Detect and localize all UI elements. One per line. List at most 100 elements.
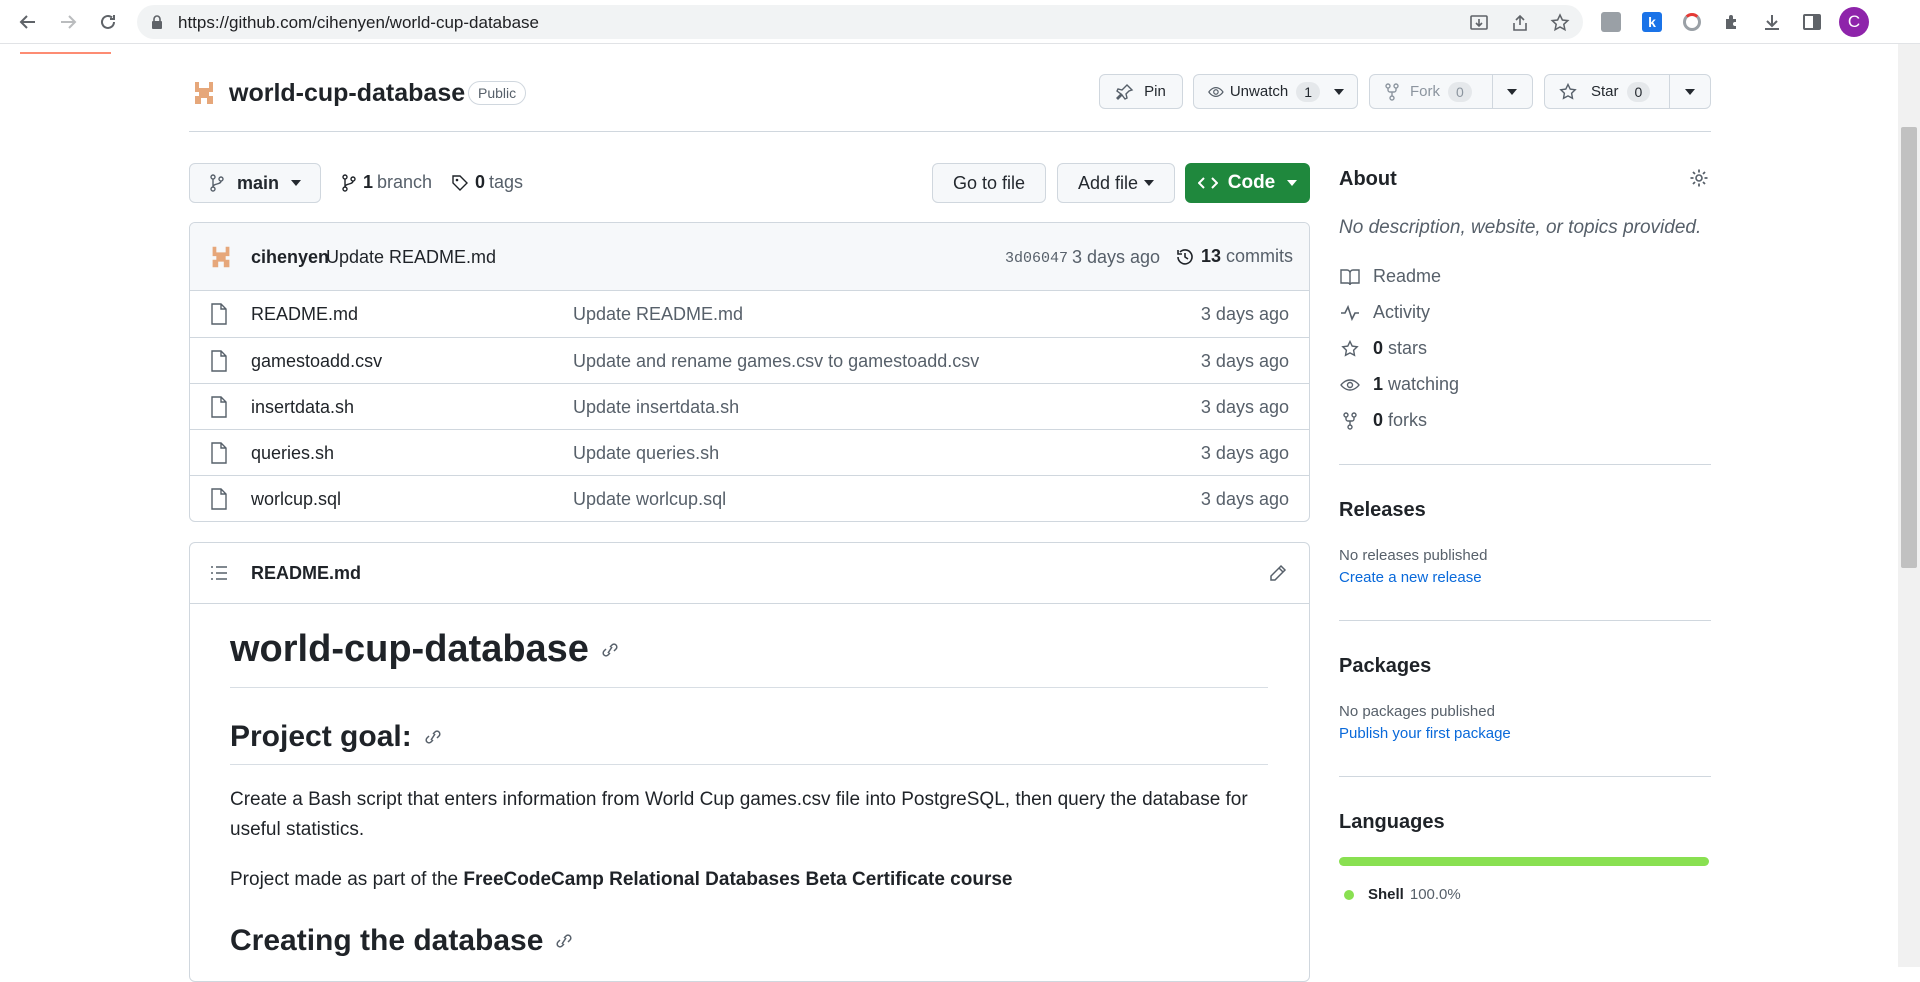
pin-button[interactable]: Pin bbox=[1099, 74, 1183, 109]
code-button[interactable]: Code bbox=[1185, 163, 1310, 203]
file-icon bbox=[210, 442, 228, 464]
git-branch-icon bbox=[210, 174, 224, 192]
readme-paragraph-1: Create a Bash script that enters informa… bbox=[230, 789, 1248, 840]
commit-message[interactable]: Update README.md bbox=[326, 247, 496, 268]
gear-icon[interactable] bbox=[1689, 168, 1709, 188]
file-row: insertdata.sh Update insertdata.sh 3 days … bbox=[190, 383, 1309, 429]
packages-title[interactable]: Packages bbox=[1339, 655, 1431, 678]
back-button[interactable] bbox=[14, 8, 42, 36]
book-icon bbox=[1340, 268, 1360, 285]
puzzle-icon[interactable] bbox=[1720, 10, 1744, 34]
readme-link[interactable]: Readme bbox=[1339, 266, 1441, 287]
add-file-button[interactable]: Add file bbox=[1057, 163, 1175, 203]
repo-name-link[interactable]: world-cup-database bbox=[229, 79, 465, 108]
tag-count: 0 bbox=[475, 172, 486, 192]
file-name-link[interactable]: queries.sh bbox=[251, 443, 334, 464]
go-to-file-button[interactable]: Go to file bbox=[932, 163, 1046, 203]
latest-commit-bar: cihenyen Update README.md 3d06047 3 days… bbox=[190, 223, 1309, 291]
file-commit-message[interactable]: Update worlcup.sql bbox=[573, 489, 726, 510]
git-branch-icon bbox=[342, 173, 356, 192]
file-name-link[interactable]: worlcup.sql bbox=[251, 489, 341, 510]
stars-count: 0 bbox=[1373, 338, 1384, 358]
file-name-link[interactable]: gamestoadd.csv bbox=[251, 351, 382, 372]
packages-empty-text: No packages published bbox=[1339, 703, 1495, 720]
extension-k-icon[interactable]: k bbox=[1640, 10, 1664, 34]
readme-heading-creating: Creating the database bbox=[230, 924, 573, 958]
forward-button[interactable] bbox=[54, 8, 82, 36]
side-panel-icon[interactable] bbox=[1800, 10, 1824, 34]
file-commit-message[interactable]: Update README.md bbox=[573, 304, 743, 325]
extension-badge-icon[interactable] bbox=[1680, 10, 1704, 34]
pencil-icon[interactable] bbox=[1269, 564, 1287, 582]
stars-link[interactable]: 0 stars bbox=[1339, 338, 1427, 359]
star-divider bbox=[1669, 75, 1670, 108]
activity-link[interactable]: Activity bbox=[1339, 302, 1430, 323]
scrollbar-thumb[interactable] bbox=[1901, 127, 1917, 568]
star-button-group: Star 0 bbox=[1544, 74, 1711, 109]
publish-package-link[interactable]: Publish your first package bbox=[1339, 725, 1511, 742]
file-name-link[interactable]: insertdata.sh bbox=[251, 397, 354, 418]
link-icon[interactable] bbox=[555, 934, 573, 948]
language-shell[interactable]: Shell 100.0% bbox=[1344, 886, 1461, 903]
star-dropdown[interactable] bbox=[1669, 75, 1710, 108]
readme-h2-goal-text: Project goal: bbox=[230, 720, 412, 753]
branches-link[interactable]: 1 branch bbox=[341, 172, 432, 193]
releases-title[interactable]: Releases bbox=[1339, 499, 1426, 522]
star-counter: 0 bbox=[1626, 81, 1651, 102]
commit-author[interactable]: cihenyen bbox=[251, 247, 329, 268]
star-bookmark-icon[interactable] bbox=[1550, 13, 1570, 33]
visibility-badge: Public bbox=[468, 81, 527, 105]
file-row: README.md Update README.md 3 days ago bbox=[190, 291, 1309, 337]
unwatch-button[interactable]: Unwatch 1 bbox=[1194, 75, 1320, 108]
profile-avatar[interactable]: C bbox=[1839, 7, 1869, 37]
share-icon[interactable] bbox=[1510, 13, 1530, 33]
watch-dropdown[interactable] bbox=[1320, 75, 1357, 108]
page-scrollbar[interactable] bbox=[1898, 44, 1920, 967]
watching-link[interactable]: 1 watching bbox=[1339, 374, 1459, 395]
fork-dropdown[interactable] bbox=[1492, 75, 1532, 108]
list-outline-icon[interactable] bbox=[210, 565, 228, 581]
readme-file-name[interactable]: README.md bbox=[251, 563, 361, 584]
file-row: worlcup.sql Update worlcup.sql 3 days ago bbox=[190, 475, 1309, 521]
history-icon bbox=[1177, 248, 1193, 265]
fork-divider bbox=[1492, 75, 1493, 108]
pin-label: Pin bbox=[1144, 83, 1166, 100]
create-release-link[interactable]: Create a new release bbox=[1339, 569, 1482, 586]
commits-link[interactable]: 13 commits bbox=[1175, 246, 1293, 267]
file-commit-message[interactable]: Update and rename games.csv to gamestoad… bbox=[573, 351, 979, 372]
url-text: https://github.com/cihenyen/world-cup-da… bbox=[178, 13, 539, 32]
owner-avatar[interactable] bbox=[189, 78, 219, 108]
header-divider bbox=[189, 131, 1711, 132]
file-row: gamestoadd.csv Update and rename games.cs… bbox=[190, 337, 1309, 383]
fork-icon bbox=[1385, 82, 1399, 101]
star-button[interactable]: Star 0 bbox=[1545, 75, 1669, 108]
file-name-link[interactable]: README.md bbox=[251, 304, 358, 325]
watch-counter: 1 bbox=[1296, 81, 1320, 102]
install-app-icon[interactable] bbox=[1469, 13, 1489, 33]
file-commit-message[interactable]: Update queries.sh bbox=[573, 443, 719, 464]
language-name: Shell bbox=[1368, 886, 1404, 903]
file-age: 3 days ago bbox=[1200, 351, 1289, 371]
fork-button[interactable]: Fork 0 bbox=[1370, 75, 1492, 108]
branch-count: 1 bbox=[363, 172, 374, 192]
readme-h1-text: world-cup-database bbox=[230, 628, 589, 670]
branch-name: main bbox=[236, 172, 279, 193]
commit-sha[interactable]: 3d06047 bbox=[1005, 250, 1068, 267]
sidebar-divider bbox=[1339, 464, 1711, 465]
add-file-label: Add file bbox=[1077, 172, 1139, 193]
file-age: 3 days ago bbox=[1200, 397, 1289, 417]
reload-button[interactable] bbox=[94, 8, 122, 36]
author-avatar[interactable] bbox=[207, 243, 235, 271]
link-icon[interactable] bbox=[601, 642, 619, 657]
download-icon[interactable] bbox=[1760, 10, 1784, 34]
link-icon[interactable] bbox=[424, 730, 442, 744]
branch-selector[interactable]: main bbox=[189, 163, 321, 203]
code-brackets-icon bbox=[1197, 177, 1218, 189]
file-icon bbox=[210, 350, 228, 372]
forks-link[interactable]: 0 forks bbox=[1339, 410, 1427, 431]
tags-link[interactable]: 0 tags bbox=[451, 172, 523, 193]
extension-pen-icon[interactable] bbox=[1599, 10, 1623, 34]
address-bar[interactable]: https://github.com/cihenyen/world-cup-da… bbox=[137, 5, 1583, 39]
file-commit-message[interactable]: Update insertdata.sh bbox=[573, 397, 739, 418]
heading-rule bbox=[230, 687, 1268, 688]
